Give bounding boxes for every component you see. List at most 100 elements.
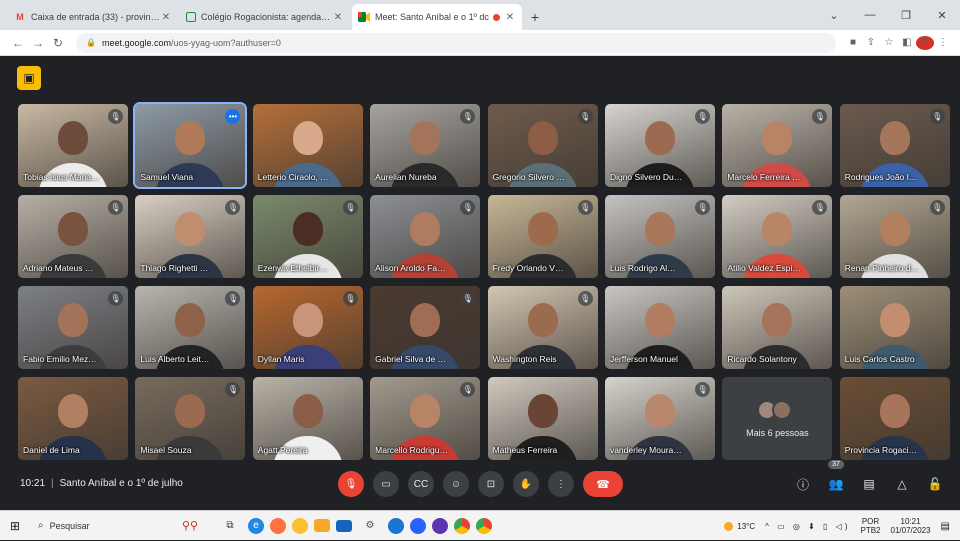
participant-tile[interactable]: Daniel de Lima <box>18 377 128 460</box>
participant-tile[interactable]: 🎙 Renan Pinheiro d… <box>839 195 950 278</box>
participant-face <box>410 120 441 155</box>
chrome-icon[interactable] <box>454 517 470 534</box>
browser-toolbar: ← → ↻ 🔒 meet.google.com /uos-yyag-uom?au… <box>0 30 960 56</box>
participant-name: Letterio Ciraolo, … <box>257 172 329 182</box>
language-indicator[interactable]: POR PTB2 <box>860 517 880 535</box>
participant-tile[interactable]: 🎙 Fabio Emilio Mez… <box>18 286 128 369</box>
participant-name: Washington Reis <box>492 354 557 364</box>
participant-tile[interactable]: 🎙 Gregorio Silvero … <box>487 104 598 187</box>
participant-tile[interactable]: 🎙 Misael Souza <box>135 377 246 460</box>
tray-icons[interactable]: ^ ▭ ◎ ⬇ ▯ ◁) <box>765 522 850 531</box>
participant-name: Renan Pinheiro d… <box>844 263 919 273</box>
participant-tile[interactable]: Letterio Ciraolo, … <box>252 104 363 187</box>
close-icon[interactable]: ✕ <box>332 12 344 23</box>
camera-off-badge-icon[interactable]: ▣ <box>17 66 41 90</box>
participant-tile[interactable]: 🎙 Digno Silvero Du… <box>604 104 715 187</box>
reload-button[interactable]: ↻ <box>48 36 68 50</box>
tab-search-icon[interactable]: ⌄ <box>816 0 852 30</box>
search-icon: ⌕ <box>38 520 44 531</box>
maximize-button[interactable]: ❐ <box>888 0 924 30</box>
camera-permission-icon[interactable]: ■ <box>844 37 862 48</box>
share-icon[interactable]: ⇪ <box>862 37 880 48</box>
activities-button[interactable]: △ <box>891 473 913 495</box>
meeting-details-icon[interactable]: ⓘ <box>792 473 814 495</box>
close-icon[interactable]: ✕ <box>504 12 516 23</box>
participant-tile[interactable]: 🎙 Rodrigues João I… <box>839 104 950 187</box>
address-bar[interactable]: 🔒 meet.google.com /uos-yyag-uom?authuser… <box>76 32 836 53</box>
mail-icon[interactable] <box>336 519 352 532</box>
participant-name: Samuel Viana <box>140 172 194 182</box>
bike-widget-icon[interactable]: ⚲⚲ <box>170 519 210 532</box>
host-controls-icon[interactable]: 🔓 <box>924 473 946 495</box>
captions-button[interactable]: CC <box>408 471 434 497</box>
tab-meet[interactable]: Meet: Santo Aníbal e o 1º dc ✕ <box>352 4 522 30</box>
participant-tile[interactable]: 🎙 Luis Rodrigo Al… <box>604 195 715 278</box>
end-call-button[interactable]: ☎ <box>583 471 623 497</box>
raise-hand-button[interactable]: ✋ <box>513 471 539 497</box>
minimize-button[interactable]: — <box>852 0 888 30</box>
tab-title: Colégio Rogacionista: agenda - … <box>201 12 332 22</box>
file-explorer-icon[interactable] <box>314 519 330 532</box>
settings-icon[interactable]: ⚙ <box>358 517 382 535</box>
signal-icon[interactable] <box>388 517 404 534</box>
taskbar-search[interactable]: ⌕ Pesquisar <box>30 515 170 537</box>
participant-tile[interactable]: 🎙 Marcelo Ferreira … <box>722 104 833 187</box>
tab-gmail[interactable]: M Caixa de entrada (33) - provinc… ✕ <box>8 4 178 30</box>
participant-face <box>762 120 793 155</box>
participant-tile[interactable]: 🎙 Luis Alberto Leit… <box>135 286 246 369</box>
participant-tile[interactable]: 🎙 Washington Reis <box>487 286 598 369</box>
app-purple-icon[interactable] <box>432 517 448 534</box>
photos-icon[interactable] <box>410 517 426 534</box>
participant-tile[interactable]: 🎙 Gabriel Silva de … <box>370 286 481 369</box>
participant-tile[interactable]: Matheus Ferreira <box>487 377 598 460</box>
new-tab-button[interactable]: + <box>524 4 546 30</box>
participant-tile[interactable]: Luis Carlos Castro <box>839 286 950 369</box>
back-button[interactable]: ← <box>8 36 28 50</box>
chrome-profile-icon[interactable] <box>476 517 492 534</box>
meeting-info: 10:21 | Santo Aníbal e o 1º de julho <box>20 478 183 489</box>
chrome-canary-icon[interactable] <box>292 517 308 534</box>
emoji-button[interactable]: ☺ <box>443 471 469 497</box>
participant-tile[interactable]: 🎙 Adriano Mateus … <box>18 195 128 278</box>
close-window-button[interactable]: ✕ <box>924 0 960 30</box>
participant-tile[interactable]: Agatt Pereira <box>252 377 363 460</box>
task-view-icon[interactable]: ⧉ <box>218 517 242 535</box>
more-options-button[interactable]: ⋮ <box>548 471 574 497</box>
edge-icon[interactable]: e <box>248 517 264 534</box>
people-button[interactable]: 37 👥 <box>825 460 847 495</box>
participant-tile[interactable]: Jerfferson Manuel <box>604 286 715 369</box>
participant-tile[interactable]: ••• Samuel Viana <box>133 102 248 189</box>
participant-tile[interactable]: 🎙 Aurelian Nureba <box>370 104 481 187</box>
side-panel-icon[interactable]: ◧ <box>898 37 916 48</box>
participant-tile[interactable]: 🎙 vanderley Moura… <box>604 377 715 460</box>
profile-avatar[interactable]: P <box>916 35 934 50</box>
participant-tile[interactable]: Ricardo Solantony <box>722 286 833 369</box>
firefox-icon[interactable] <box>270 517 286 534</box>
participant-tile[interactable]: 🎙 Fredy Orlando V… <box>487 195 598 278</box>
weather-widget[interactable]: 13°C <box>724 521 755 531</box>
participant-tile[interactable]: 🎙 Ezenwa Ethelbir… <box>252 195 363 278</box>
close-icon[interactable]: ✕ <box>160 12 172 23</box>
clock[interactable]: 10:21 01/07/2023 <box>891 517 931 535</box>
participant-tile[interactable]: 🎙 Atilio Valdez Espi… <box>722 195 833 278</box>
participant-tile[interactable]: 🎙 Dyllan Maris <box>252 286 363 369</box>
participant-tile[interactable]: 🎙 Tobias Isius Maria… <box>18 104 128 187</box>
bookmark-star-icon[interactable]: ☆ <box>880 37 898 48</box>
participant-face <box>292 211 323 246</box>
lock-icon[interactable]: 🔒 <box>86 38 96 47</box>
participant-tile[interactable]: 🎙 Thiago Righetti … <box>135 195 246 278</box>
present-button[interactable]: ⊡ <box>478 471 504 497</box>
chat-button[interactable]: ▤ <box>858 473 880 495</box>
more-people-tile[interactable]: Mais 6 pessoas <box>722 377 833 460</box>
participant-tile[interactable]: Provincia Rogaci… <box>839 377 950 460</box>
participant-tile[interactable]: 🎙 Alison Aroldo Fa… <box>370 195 481 278</box>
camera-button[interactable]: ▭ <box>373 471 399 497</box>
notifications-icon[interactable]: ▤ <box>941 521 950 532</box>
windows-start-icon[interactable]: ⊞ <box>0 519 30 533</box>
participant-tile[interactable]: 🎙 Marcello Rodrigu… <box>370 377 481 460</box>
mic-muted-button[interactable]: 🎙 <box>338 471 364 497</box>
forward-button[interactable]: → <box>28 36 48 50</box>
more-menu-icon[interactable]: ⋮ <box>934 37 952 48</box>
tab-classroom[interactable]: Colégio Rogacionista: agenda - … ✕ <box>180 4 350 30</box>
call-controls: 🎙 ▭ CC ☺ ⊡ ✋ ⋮ ☎ <box>338 471 632 497</box>
